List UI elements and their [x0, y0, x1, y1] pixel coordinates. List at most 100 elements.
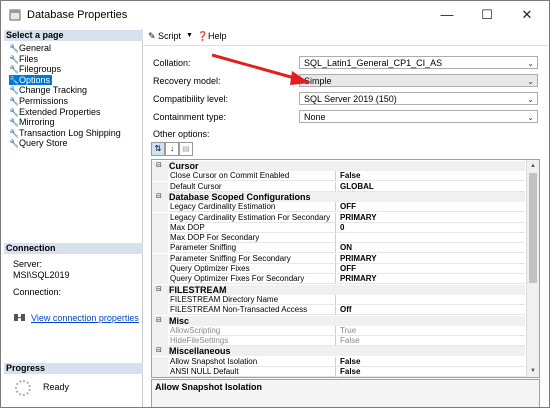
property-value[interactable]: GLOBAL	[337, 182, 525, 192]
help-icon[interactable]: ❓	[197, 31, 208, 42]
property-value[interactable]: Off	[337, 305, 525, 316]
categorized-sort-icon[interactable]: ⇅	[151, 142, 165, 156]
property-row[interactable]: HideFileSettings False	[152, 336, 525, 347]
scroll-down-icon[interactable]: ▼	[527, 366, 539, 376]
page-item-transaction-log-shipping[interactable]: 🔧Transaction Log Shipping	[9, 128, 123, 138]
category-row[interactable]: ⊟ Miscellaneous	[152, 346, 525, 357]
property-pages-icon[interactable]: ▤	[179, 142, 193, 156]
property-row[interactable]: Parameter Sniffing ON	[152, 243, 525, 254]
row-gutter	[152, 274, 168, 285]
category-label: Misc	[169, 315, 190, 326]
property-row[interactable]: Parameter Sniffing For Secondary PRIMARY	[152, 253, 525, 264]
page-item-label: General	[19, 43, 52, 53]
page-item-filegroups[interactable]: 🔧Filegroups	[9, 64, 63, 74]
grid-toolbar: ⇅ ↓ ▤	[151, 142, 193, 156]
property-row[interactable]: Legacy Cardinality Estimation For Second…	[152, 212, 525, 223]
property-value[interactable]: False	[337, 336, 525, 347]
compatibility-level-value: SQL Server 2019 (150)	[304, 94, 397, 104]
property-value[interactable]	[337, 295, 525, 305]
property-row[interactable]: Max DOP For Secondary	[152, 233, 525, 244]
property-value[interactable]: ON	[337, 243, 525, 254]
property-row[interactable]: Query Optimizer Fixes OFF	[152, 264, 525, 274]
property-row[interactable]: Default Cursor GLOBAL	[152, 181, 525, 192]
property-value[interactable]: 0	[337, 223, 525, 233]
property-value[interactable]: OFF	[337, 264, 525, 274]
collation-combo[interactable]: SQL_Latin1_General_CP1_CI_AS ⌄	[299, 56, 538, 69]
property-value[interactable]: OFF	[337, 202, 525, 213]
chevron-down-icon: ⌄	[527, 77, 534, 86]
connection-properties-icon	[14, 314, 25, 321]
property-value[interactable]: True	[337, 326, 525, 336]
close-button[interactable]: ✕	[507, 1, 547, 29]
scroll-up-icon[interactable]: ▲	[527, 161, 539, 171]
compatibility-level-combo[interactable]: SQL Server 2019 (150) ⌄	[299, 92, 538, 105]
page-item-change-tracking[interactable]: 🔧Change Tracking	[9, 85, 89, 95]
page-item-general[interactable]: 🔧General	[9, 43, 53, 53]
row-gutter	[152, 181, 168, 192]
category-row[interactable]: ⊟ Misc	[152, 315, 525, 326]
category-label: Miscellaneous	[169, 346, 231, 357]
collapse-icon[interactable]: ⊟	[156, 192, 162, 202]
property-row[interactable]: Query Optimizer Fixes For Secondary PRIMA…	[152, 274, 525, 285]
page-item-label: Query Store	[19, 138, 68, 149]
category-label: FILESTREAM	[169, 284, 227, 295]
property-name: FILESTREAM Non-Transacted Access	[169, 305, 336, 316]
property-grid-scrollbar[interactable]: ▲ ▼	[526, 160, 539, 377]
property-name: Parameter Sniffing For Secondary	[169, 253, 336, 264]
wrench-icon: 🔧	[9, 139, 19, 149]
property-row[interactable]: Close Cursor on Commit Enabled False	[152, 171, 525, 182]
collation-label: Collation:	[153, 58, 191, 68]
script-button[interactable]: Script	[158, 31, 181, 41]
category-row[interactable]: ⊟ Database Scoped Configurations	[152, 191, 525, 202]
wrench-icon: 🔧	[9, 44, 19, 53]
script-dropdown-icon[interactable]: ▼	[186, 32, 193, 39]
page-item-permissions[interactable]: 🔧Permissions	[9, 96, 70, 106]
collapse-icon[interactable]: ⊟	[156, 285, 162, 295]
page-item-extended-properties[interactable]: 🔧Extended Properties	[9, 107, 103, 117]
property-row[interactable]: FILESTREAM Directory Name	[152, 294, 525, 305]
page-item-query-store[interactable]: 🔧Query Store	[9, 138, 70, 148]
row-gutter	[152, 171, 168, 182]
property-row[interactable]: AllowScripting True	[152, 325, 525, 336]
property-name: AllowScripting	[169, 325, 336, 336]
property-value[interactable]: False	[337, 357, 525, 367]
script-icon[interactable]: ✎	[148, 31, 156, 42]
chevron-down-icon: ⌄	[527, 113, 534, 122]
alphabetical-sort-icon[interactable]: ↓	[165, 142, 179, 156]
row-gutter	[152, 233, 168, 244]
property-value[interactable]: False	[337, 171, 525, 182]
page-item-mirroring[interactable]: 🔧Mirroring	[9, 117, 57, 127]
row-gutter	[152, 243, 168, 254]
category-label: Database Scoped Configurations	[169, 191, 311, 202]
minimize-button[interactable]: —	[427, 1, 467, 29]
property-row[interactable]: ANSI NULL Default False	[152, 367, 525, 377]
property-value[interactable]: PRIMARY	[337, 274, 525, 285]
property-value[interactable]: PRIMARY	[337, 254, 525, 264]
category-row[interactable]: ⊟ FILESTREAM	[152, 284, 525, 295]
other-options-label: Other options:	[153, 129, 210, 139]
scrollbar-thumb[interactable]	[529, 173, 537, 283]
property-row[interactable]: Max DOP 0	[152, 222, 525, 233]
row-gutter	[152, 325, 168, 336]
maximize-button[interactable]: ☐	[467, 1, 507, 29]
containment-type-combo[interactable]: None ⌄	[299, 110, 538, 123]
page-item-options[interactable]: 🔧Options	[9, 74, 53, 85]
containment-type-label: Containment type:	[153, 112, 227, 122]
collapse-icon[interactable]: ⊟	[156, 346, 162, 356]
annotation-arrow-icon	[211, 53, 310, 85]
collapse-icon[interactable]: ⊟	[156, 316, 162, 326]
property-value[interactable]: PRIMARY	[337, 213, 525, 223]
recovery-model-combo[interactable]: Simple ⌄	[299, 74, 538, 87]
view-connection-properties-link[interactable]: View connection properties	[31, 313, 139, 323]
property-value[interactable]: False	[337, 367, 525, 377]
property-row[interactable]: Allow Snapshot Isolation False	[152, 356, 525, 367]
collapse-icon[interactable]: ⊟	[156, 161, 162, 171]
select-page-header: Select a page	[4, 30, 143, 41]
category-row[interactable]: ⊟ Cursor	[152, 161, 525, 171]
property-value[interactable]	[337, 233, 525, 244]
wrench-icon: 🔧	[9, 107, 19, 117]
property-row[interactable]: Legacy Cardinality Estimation OFF	[152, 202, 525, 213]
page-item-files[interactable]: 🔧Files	[9, 54, 40, 64]
help-button[interactable]: Help	[208, 31, 227, 41]
property-row[interactable]: FILESTREAM Non-Transacted Access Off	[152, 305, 525, 316]
